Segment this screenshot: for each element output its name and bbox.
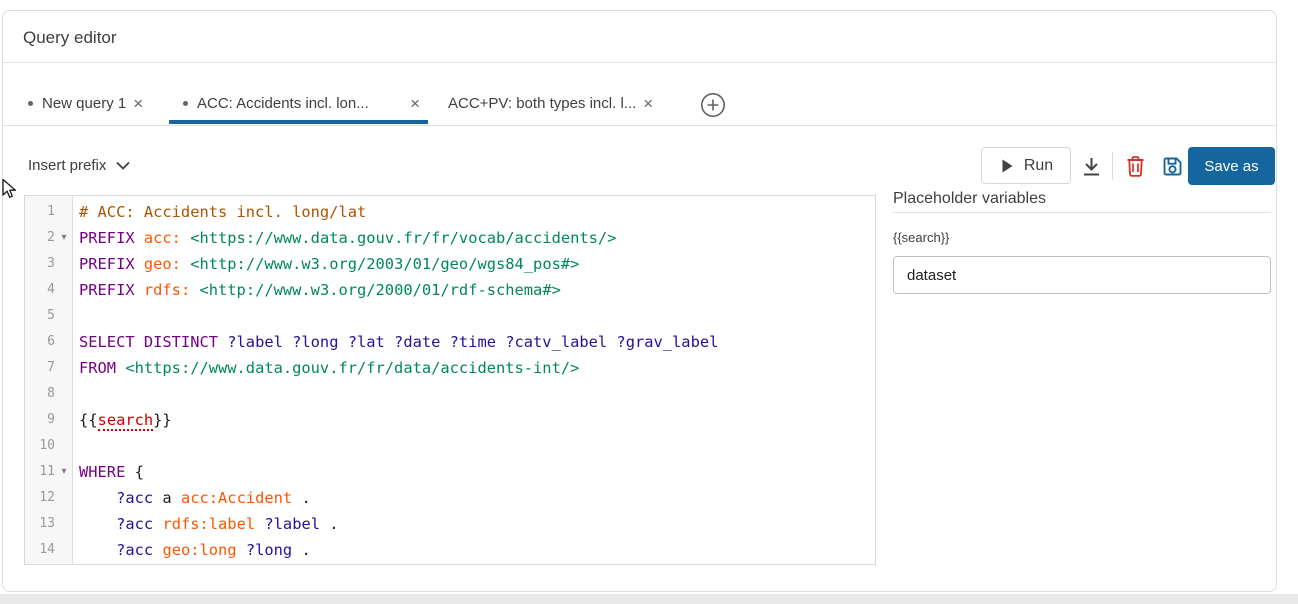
tab-acc-accidents[interactable]: ACC: Accidents incl. lon... ×: [169, 83, 428, 124]
tab-label: ACC: Accidents incl. lon...: [197, 95, 369, 112]
code-line[interactable]: 8: [25, 381, 875, 407]
line-number: 11: [25, 459, 55, 485]
close-icon[interactable]: ×: [643, 95, 653, 112]
code-line[interactable]: 4 PREFIX rdfs: <http://www.w3.org/2000/01…: [25, 277, 875, 303]
run-label: Run: [1024, 157, 1053, 175]
trash-icon: [1125, 155, 1146, 178]
line-number: 10: [25, 433, 55, 459]
code-text: [73, 303, 79, 329]
tab-label: ACC+PV: both types incl. l...: [448, 95, 636, 112]
code-line[interactable]: 1 # ACC: Accidents incl. long/lat: [25, 199, 875, 225]
tab-acc-pv-both-types[interactable]: ACC+PV: both types incl. l... ×: [448, 83, 653, 124]
tab-label: New query 1: [42, 95, 126, 112]
gutter-spacer: [55, 407, 73, 433]
line-number: 1: [25, 199, 55, 225]
code-text: WHERE {: [73, 459, 144, 485]
code-line[interactable]: 5: [25, 303, 875, 329]
close-icon[interactable]: ×: [410, 95, 420, 112]
code-text: [73, 433, 79, 459]
code-text: PREFIX acc: <https://www.data.gouv.fr/fr…: [73, 225, 616, 251]
run-button[interactable]: Run: [981, 147, 1071, 184]
save-query-button[interactable]: [1160, 154, 1184, 178]
line-number: 5: [25, 303, 55, 329]
code-text: PREFIX rdfs: <http://www.w3.org/2000/01/…: [73, 277, 561, 303]
download-query-button[interactable]: [1079, 154, 1103, 178]
search-variable-input[interactable]: [893, 256, 1271, 294]
code-text: PREFIX geo: <http://www.w3.org/2003/01/g…: [73, 251, 579, 277]
line-number: 2: [25, 225, 55, 251]
line-number: 4: [25, 277, 55, 303]
download-icon: [1080, 155, 1103, 178]
gutter-spacer: [55, 511, 73, 537]
tabbar-divider: [3, 125, 1276, 126]
code-text: SELECT DISTINCT ?label ?long ?lat ?date …: [73, 329, 718, 355]
line-number: 12: [25, 485, 55, 511]
code-text: # ACC: Accidents incl. long/lat: [73, 199, 366, 225]
page-title: Query editor: [23, 28, 117, 48]
play-icon: [999, 158, 1015, 174]
unsaved-dot-icon: [183, 101, 188, 106]
code-text: ?acc geo:long ?long .: [73, 537, 311, 563]
placeholder-panel-title: Placeholder variables: [893, 190, 1046, 208]
insert-prefix-label: Insert prefix: [28, 157, 106, 174]
line-number: 14: [25, 537, 55, 563]
code-text: [73, 381, 79, 407]
fold-toggle-icon[interactable]: ▾: [55, 459, 73, 485]
tab-new-query-1[interactable]: New query 1 ×: [28, 83, 143, 124]
code-line[interactable]: 3 PREFIX geo: <http://www.w3.org/2003/01/…: [25, 251, 875, 277]
code-line[interactable]: 6 SELECT DISTINCT ?label ?long ?lat ?date…: [25, 329, 875, 355]
placeholder-panel-divider: [893, 212, 1271, 213]
code-line[interactable]: 9 {{search}}: [25, 407, 875, 433]
code-line[interactable]: 2▾PREFIX acc: <https://www.data.gouv.fr/…: [25, 225, 875, 251]
line-number: 9: [25, 407, 55, 433]
plus-circle-icon: [700, 92, 726, 118]
gutter-spacer: [55, 485, 73, 511]
code-text: {{search}}: [73, 407, 172, 433]
delete-query-button[interactable]: [1123, 154, 1147, 178]
sparql-editor[interactable]: 1# ACC: Accidents incl. long/lat2▾PREFIX…: [24, 195, 876, 565]
gutter-spacer: [55, 251, 73, 277]
chevron-down-icon: [116, 161, 130, 170]
line-number: 13: [25, 511, 55, 537]
gutter-spacer: [55, 381, 73, 407]
code-lines: 1# ACC: Accidents incl. long/lat2▾PREFIX…: [25, 199, 875, 563]
page-background-strip: [0, 594, 1298, 604]
line-number: 6: [25, 329, 55, 355]
line-number: 7: [25, 355, 55, 381]
floppy-save-icon: [1161, 155, 1184, 178]
gutter-spacer: [55, 303, 73, 329]
code-line[interactable]: 12 ?acc a acc:Accident .: [25, 485, 875, 511]
line-number: 3: [25, 251, 55, 277]
gutter-spacer: [55, 537, 73, 563]
code-line[interactable]: 11▾WHERE {: [25, 459, 875, 485]
code-line[interactable]: 14 ?acc geo:long ?long .: [25, 537, 875, 563]
gutter-spacer: [55, 199, 73, 225]
code-text: ?acc rdfs:label ?label .: [73, 511, 339, 537]
code-line[interactable]: 7 FROM <https://www.data.gouv.fr/fr/data/…: [25, 355, 875, 381]
query-editor-card: Query editor New query 1 × ACC: Accident…: [2, 10, 1277, 592]
add-tab-button[interactable]: [700, 92, 726, 118]
search-variable-label: {{search}}: [893, 230, 949, 245]
insert-prefix-dropdown[interactable]: Insert prefix: [28, 157, 130, 174]
unsaved-dot-icon: [28, 101, 33, 106]
close-icon[interactable]: ×: [133, 95, 143, 112]
code-text: ?acc a acc:Accident .: [73, 485, 311, 511]
code-line[interactable]: 10: [25, 433, 875, 459]
gutter-spacer: [55, 277, 73, 303]
fold-toggle-icon[interactable]: ▾: [55, 225, 73, 251]
save-as-button[interactable]: Save as: [1188, 147, 1275, 185]
gutter-spacer: [55, 355, 73, 381]
gutter-spacer: [55, 329, 73, 355]
toolbar-divider: [1112, 152, 1113, 180]
gutter-spacer: [55, 433, 73, 459]
header-divider: [3, 62, 1276, 63]
code-text: FROM <https://www.data.gouv.fr/fr/data/a…: [73, 355, 579, 381]
line-number: 8: [25, 381, 55, 407]
code-line[interactable]: 13 ?acc rdfs:label ?label .: [25, 511, 875, 537]
